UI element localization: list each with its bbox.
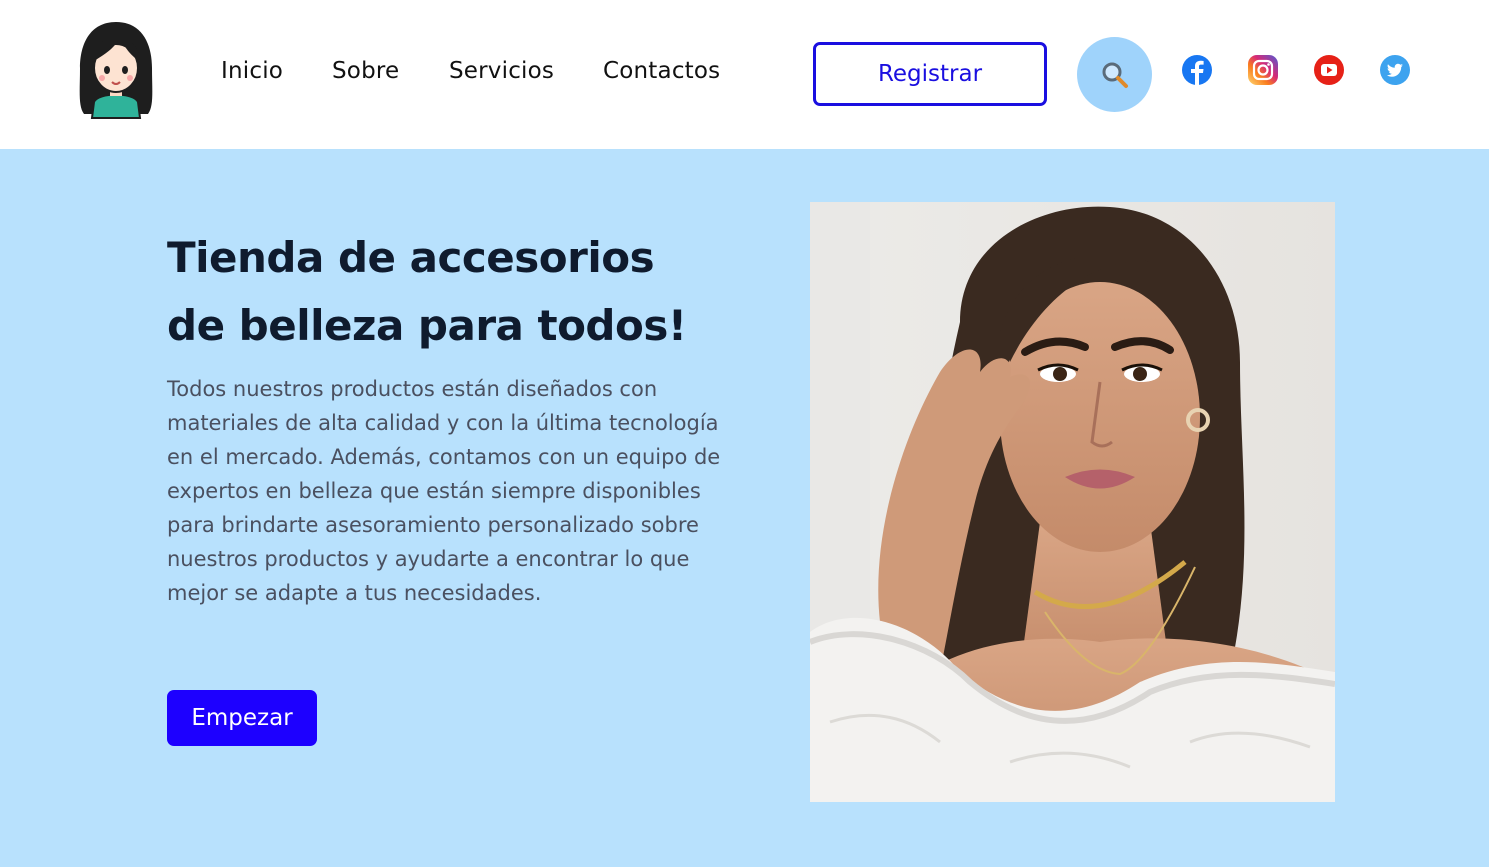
nav-link-contactos[interactable]: Contactos xyxy=(603,58,720,84)
model-photo xyxy=(810,202,1335,802)
instagram-icon[interactable] xyxy=(1247,54,1279,86)
search-button[interactable] xyxy=(1077,37,1152,112)
nav-link-sobre[interactable]: Sobre xyxy=(332,58,399,84)
nav-link-inicio[interactable]: Inicio xyxy=(221,58,283,84)
site-header: Inicio Sobre Servicios Contactos Registr… xyxy=(0,0,1489,149)
start-button[interactable]: Empezar xyxy=(167,690,317,746)
logo-avatar[interactable] xyxy=(70,18,162,120)
hero-title-line-1: Tienda de accesorios xyxy=(167,233,655,282)
twitter-icon[interactable] xyxy=(1379,54,1411,86)
hero-title-line-2: de belleza para todos! xyxy=(167,301,687,350)
nav-link-servicios[interactable]: Servicios xyxy=(449,58,554,84)
facebook-icon[interactable] xyxy=(1181,54,1213,86)
hero-description: Todos nuestros productos están diseñados… xyxy=(167,377,721,605)
register-button[interactable]: Registrar xyxy=(813,42,1047,106)
search-icon xyxy=(1102,62,1128,88)
youtube-icon[interactable] xyxy=(1313,54,1345,86)
hero-title: Tienda de accesorios de belleza para tod… xyxy=(167,224,767,360)
